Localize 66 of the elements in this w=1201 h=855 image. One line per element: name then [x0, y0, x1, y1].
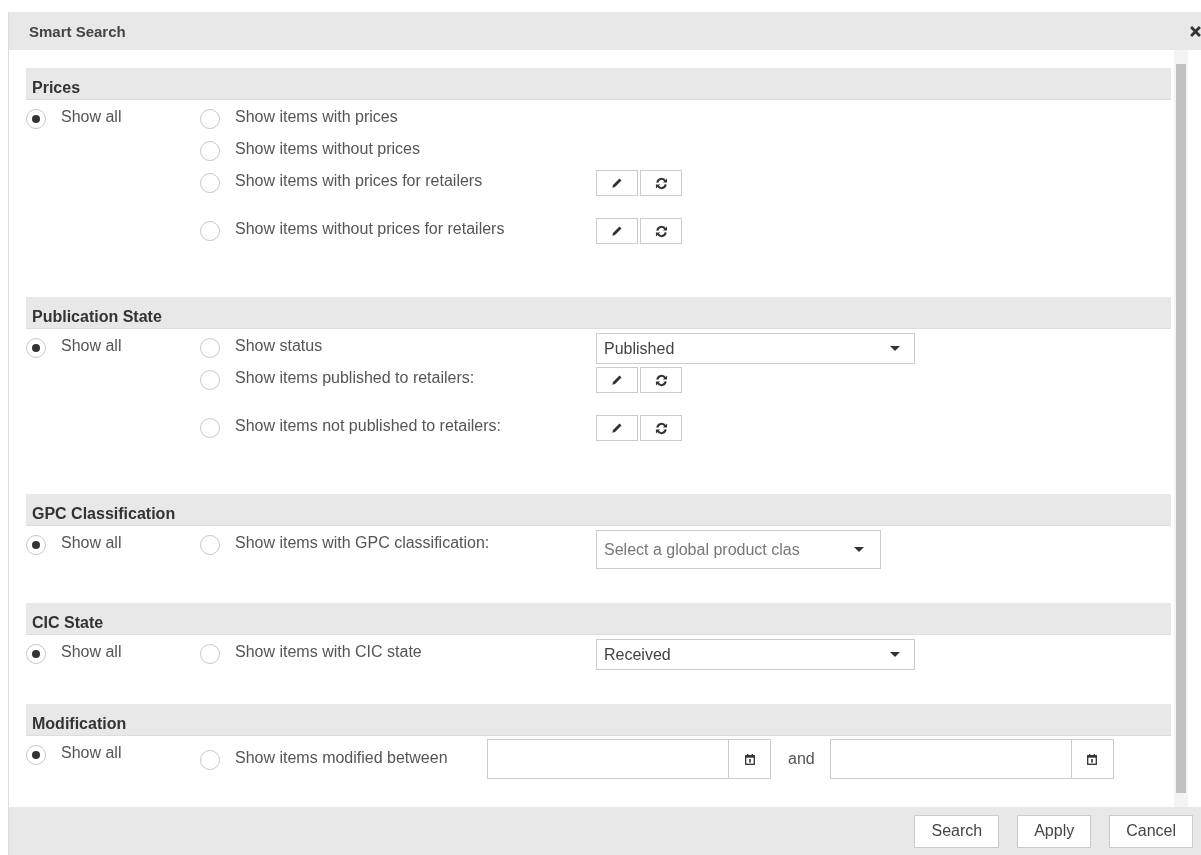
caret-icon: [890, 346, 900, 351]
option-label: Show items without prices for retailers: [235, 220, 505, 238]
calendar-button[interactable]: [1071, 739, 1114, 779]
calendar-button[interactable]: [729, 739, 771, 779]
radio-button[interactable]: [200, 750, 220, 770]
footer-button[interactable]: Apply: [1017, 814, 1092, 848]
radio-button[interactable]: [200, 173, 220, 193]
option-label: Show items not published to retailers:: [235, 417, 501, 435]
date-field[interactable]: [487, 739, 729, 779]
pencil-icon: [611, 374, 623, 386]
date-field[interactable]: [829, 739, 1072, 779]
caret-icon: [854, 547, 864, 552]
option-label: Show all: [61, 337, 122, 355]
dropdown-field[interactable]: Select a global product clas: [596, 530, 881, 569]
radio-button[interactable]: [200, 644, 220, 664]
calendar-icon: [744, 753, 755, 765]
radio-button[interactable]: [26, 109, 46, 129]
option-label: Show items with prices for retailers: [235, 172, 483, 190]
scrollbar[interactable]: [1174, 50, 1188, 807]
option-label: Show all: [61, 744, 122, 762]
pencil-icon: [611, 177, 623, 189]
option-label: Show items with GPC classification:: [235, 534, 490, 552]
option-label: Show all: [61, 534, 122, 552]
radio-button[interactable]: [200, 338, 220, 358]
close-icon[interactable]: [1190, 25, 1201, 37]
radio-button[interactable]: [26, 338, 46, 358]
pencil-icon: [611, 422, 623, 434]
refresh-icon: [654, 176, 668, 190]
option-label: Show items with CIC state: [235, 643, 422, 661]
footer-button[interactable]: Search: [914, 814, 1000, 848]
dropdown-field[interactable]: Received: [596, 639, 915, 670]
option-label: Show all: [61, 108, 122, 126]
range-separator: and: [788, 750, 815, 768]
refresh-button[interactable]: [640, 218, 682, 244]
radio-button[interactable]: [200, 109, 220, 129]
radio-button[interactable]: [200, 418, 220, 438]
radio-button[interactable]: [200, 370, 220, 390]
option-label: Show items with prices: [235, 108, 398, 126]
radio-button[interactable]: [200, 221, 220, 241]
calendar-icon: [1087, 753, 1098, 765]
pencil-icon: [611, 225, 623, 237]
radio-button[interactable]: [26, 535, 46, 555]
refresh-icon: [654, 373, 668, 387]
refresh-icon: [654, 224, 668, 238]
caret-icon: [890, 652, 900, 657]
option-label: Show items modified between: [235, 749, 448, 767]
radio-button[interactable]: [26, 644, 46, 664]
section-header: Prices: [26, 68, 1171, 100]
radio-button[interactable]: [26, 745, 46, 765]
footer-button[interactable]: Cancel: [1109, 814, 1193, 848]
dropdown-field[interactable]: Published: [596, 333, 915, 364]
radio-button[interactable]: [200, 141, 220, 161]
radio-button[interactable]: [200, 535, 220, 555]
option-label: Show items published to retailers:: [235, 369, 475, 387]
refresh-icon: [654, 421, 668, 435]
refresh-button[interactable]: [640, 415, 682, 441]
section-header: CIC State: [26, 603, 1171, 635]
option-label: Show items without prices: [235, 140, 420, 158]
section-header: Publication State: [26, 297, 1171, 329]
refresh-button[interactable]: [640, 170, 682, 196]
section-header: Modification: [26, 704, 1171, 736]
section-header: GPC Classification: [26, 494, 1171, 526]
option-label: Show status: [235, 337, 323, 355]
option-label: Show all: [61, 643, 122, 661]
refresh-button[interactable]: [640, 367, 682, 393]
window-title: Smart Search: [29, 22, 126, 40]
